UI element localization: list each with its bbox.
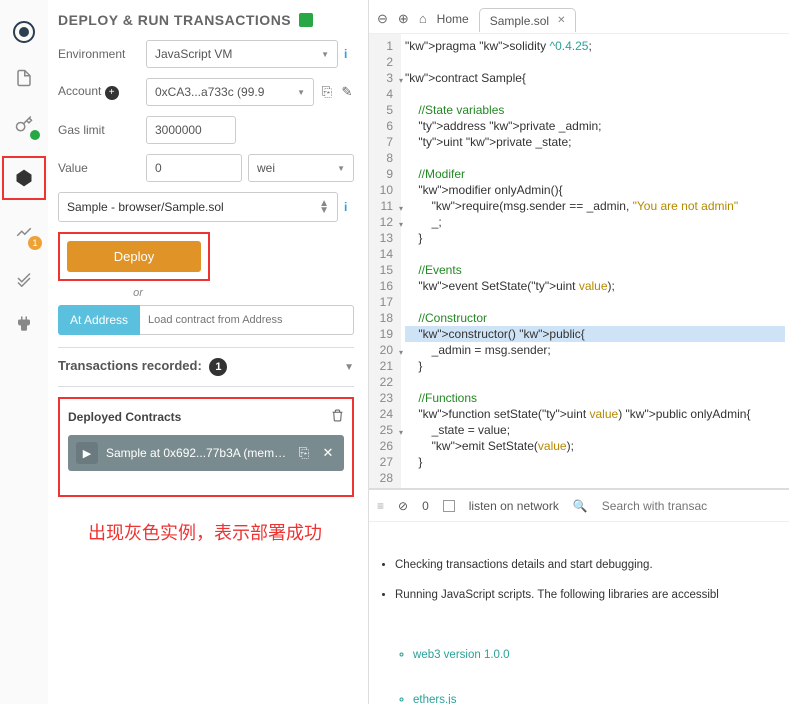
deploy-highlight-box: Deploy [58,232,210,281]
account-label: Account + [58,84,140,100]
instance-name: Sample at 0x692...77b3A (memory) [106,446,288,460]
pending-count: 0 [422,499,429,513]
zoom-out-icon[interactable]: ⊖ [377,11,388,27]
instance-expand-icon[interactable]: ▶ [76,442,98,464]
left-iconbar: 1 [0,0,48,704]
panel-status-icon [299,13,313,27]
environment-select[interactable]: JavaScript VM▼ [146,40,338,68]
add-account-icon[interactable]: + [105,86,119,100]
editor-area: ⊖ ⊕ ⌂ Home Sample.sol ✕ 123▾4567891011▾1… [368,0,789,704]
contract-info-icon[interactable]: i [344,200,354,214]
tab-label: Sample.sol [490,14,549,28]
deploy-run-icon[interactable] [2,156,46,200]
value-label: Value [58,161,140,175]
value-input[interactable] [146,154,242,182]
environment-info-icon[interactable]: i [344,47,354,61]
deployed-contracts-box: Deployed Contracts ▶ Sample at 0x692...7… [58,397,354,497]
gas-limit-label: Gas limit [58,123,140,137]
tx-count-badge: 1 [209,358,227,376]
code-editor[interactable]: 123▾4567891011▾12▾1314151617181920▾21222… [369,34,789,488]
terminal-panel: ≡ ⊘ 0 listen on network 🔍 Checking trans… [369,488,789,704]
or-separator: or [58,287,178,299]
editor-toolbar: ⊖ ⊕ ⌂ Home Sample.sol ✕ [369,0,789,34]
home-icon[interactable]: ⌂ [419,11,427,26]
test-icon[interactable] [10,264,38,292]
compiler-icon[interactable] [10,110,38,138]
clear-deployed-icon[interactable] [331,409,344,425]
transactions-recorded-label: Transactions recorded: 1 [58,358,227,376]
search-icon[interactable]: 🔍 [573,499,588,513]
at-address-button[interactable]: At Address [58,305,140,335]
file-explorer-icon[interactable] [10,64,38,92]
analysis-icon[interactable]: 1 [10,218,38,246]
contract-instance: ▶ Sample at 0x692...77b3A (memory) ⎘ ✕ [68,435,344,471]
home-link[interactable]: Home [437,12,469,26]
value-unit-select[interactable]: wei▼ [248,154,354,182]
deployed-contracts-title: Deployed Contracts [68,410,181,424]
contract-select[interactable]: Sample - browser/Sample.sol ▲▼ [58,192,338,222]
plugin-icon[interactable] [10,310,38,338]
copy-instance-icon[interactable]: ⎘ [296,445,312,461]
terminal-output[interactable]: Checking transactions details and start … [369,522,789,704]
drag-handle-icon[interactable]: ≡ [377,499,384,513]
close-tab-icon[interactable]: ✕ [557,15,565,26]
panel-title: DEPLOY & RUN TRANSACTIONS [58,12,354,28]
copy-account-icon[interactable]: ⎘ [320,84,334,100]
file-tab[interactable]: Sample.sol ✕ [479,8,577,32]
logo-icon[interactable] [10,18,38,46]
analysis-badge: 1 [28,236,42,250]
environment-label: Environment [58,47,140,61]
clear-terminal-icon[interactable]: ⊘ [398,499,408,513]
listen-label: listen on network [469,499,559,513]
zoom-in-icon[interactable]: ⊕ [398,11,409,27]
terminal-toolbar: ≡ ⊘ 0 listen on network 🔍 [369,490,789,522]
edit-account-icon[interactable]: ✎ [340,84,354,100]
annotation-caption: 出现灰色实例，表示部署成功 [88,519,354,545]
at-address-input[interactable] [140,305,354,335]
source-code[interactable]: "kw">pragma "kw">solidity ^0.4.25; "kw">… [401,34,789,488]
tx-recorded-expand-icon[interactable]: ▼ [344,362,354,373]
deploy-button[interactable]: Deploy [67,241,201,272]
gas-limit-input[interactable] [146,116,236,144]
deploy-panel: DEPLOY & RUN TRANSACTIONS Environment Ja… [48,0,368,704]
terminal-search-input[interactable] [602,499,781,513]
line-gutter: 123▾4567891011▾12▾1314151617181920▾21222… [369,34,401,488]
status-ok-badge [30,130,40,140]
remove-instance-icon[interactable]: ✕ [320,445,336,461]
listen-checkbox[interactable] [443,500,455,512]
account-select[interactable]: 0xCA3...a733c (99.9▼ [146,78,314,106]
